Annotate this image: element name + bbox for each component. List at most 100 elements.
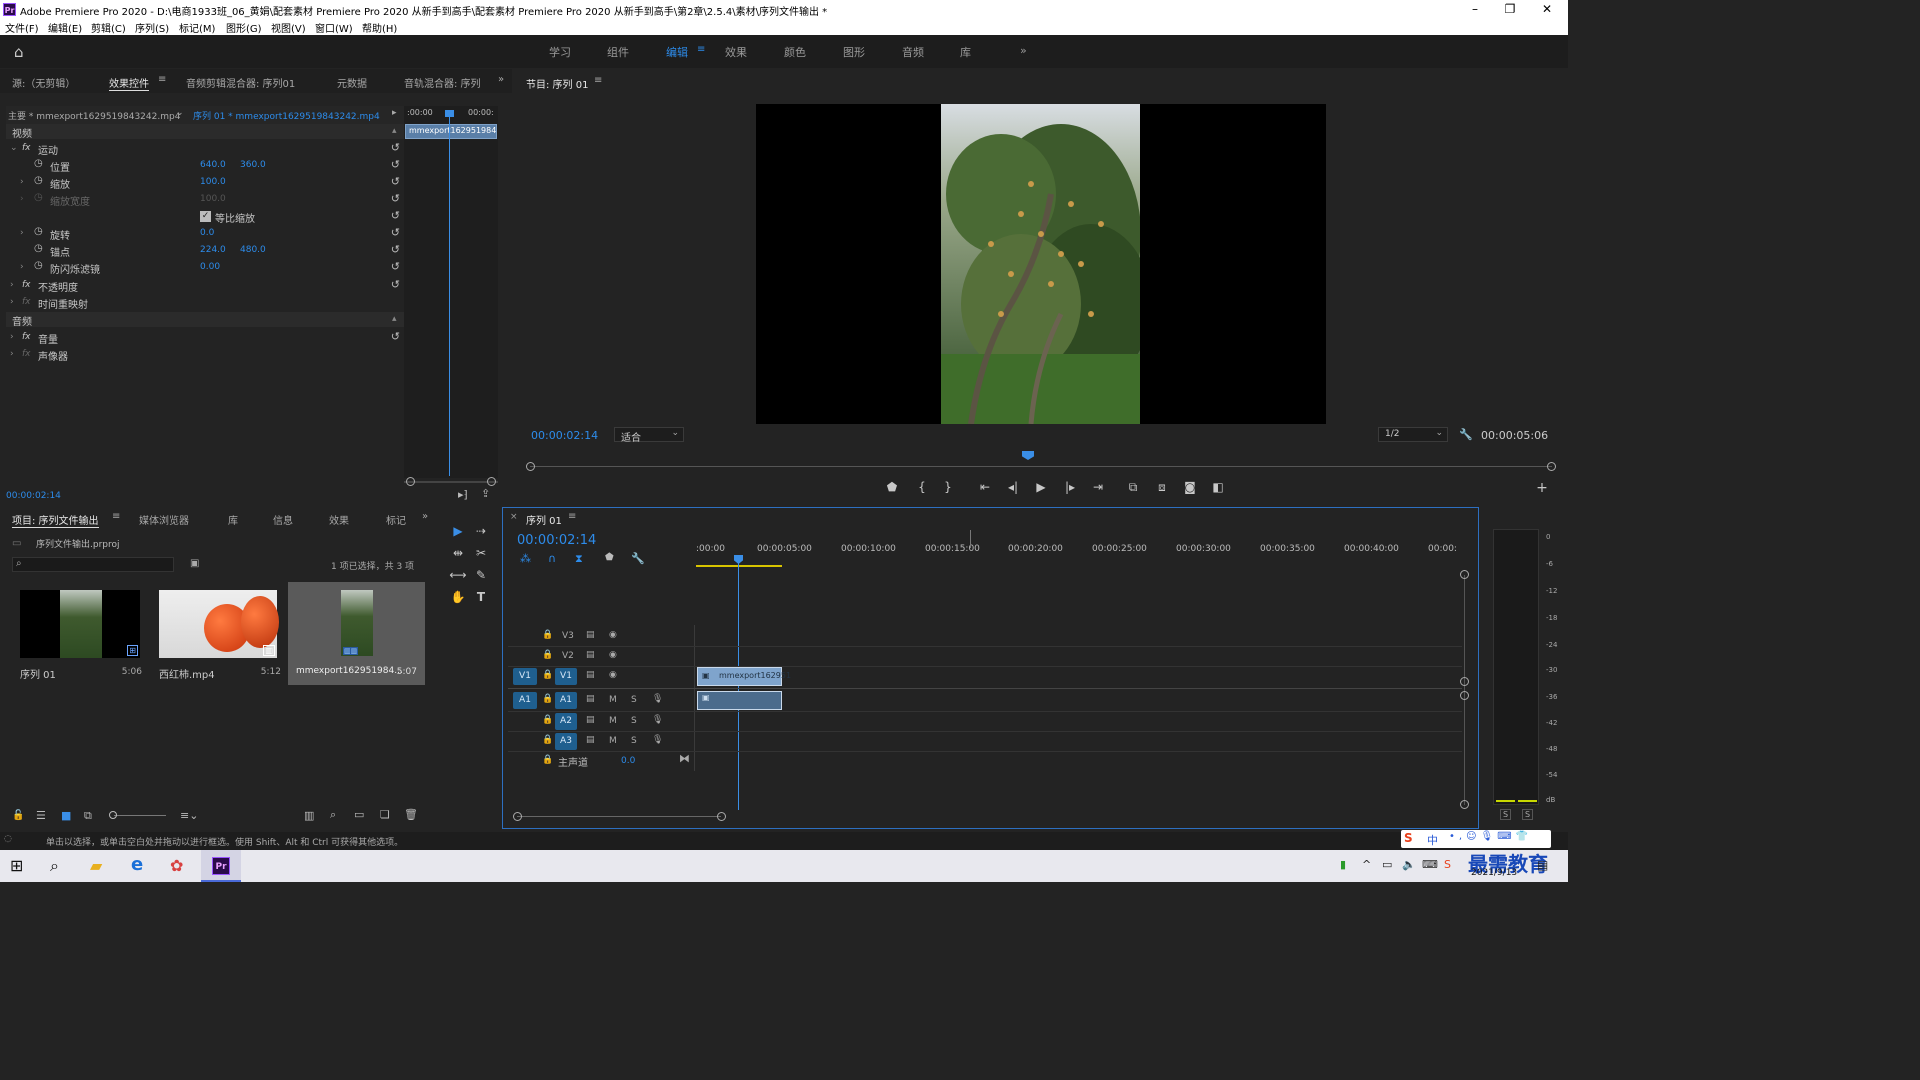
snap-icon[interactable]: ∩ xyxy=(548,552,556,565)
lock-icon[interactable]: 🔒 xyxy=(542,694,553,704)
camera-icon[interactable]: ◙ xyxy=(1182,480,1198,494)
tab-source[interactable]: 源:（无剪辑） xyxy=(12,75,75,90)
type-tool-icon[interactable]: T xyxy=(472,588,490,606)
slip-tool-icon[interactable]: ⟷ xyxy=(449,566,467,584)
tab-audio-clip-mixer[interactable]: 音频剪辑混合器: 序列01 xyxy=(186,75,295,90)
razor-tool-icon[interactable]: ✂ xyxy=(472,544,490,562)
track-v3[interactable]: 🔒 V3 ▤ ◉ xyxy=(508,627,694,646)
tab-overflow-icon[interactable]: » xyxy=(498,74,504,85)
step-forward-icon[interactable]: |▸ xyxy=(1062,480,1078,494)
workspace-menu-icon[interactable]: ≡ xyxy=(697,44,705,55)
timeline-playhead[interactable] xyxy=(738,562,739,810)
menu-sequence[interactable]: 序列(S) xyxy=(135,20,169,35)
ime-tools-icon[interactable]: •,☺🎙⌨👕 xyxy=(1449,831,1532,842)
export-frame-icon[interactable]: ⇪ xyxy=(481,487,490,500)
tab-project[interactable]: 项目: 序列文件输出 xyxy=(12,512,99,528)
tray-app-icon[interactable]: ▮ xyxy=(1340,858,1346,871)
program-scrub-bar[interactable] xyxy=(530,466,1552,467)
track-a2[interactable]: 🔒 A2 ▤ M S 🎙 xyxy=(508,712,694,731)
linked-selection-icon[interactable]: ⧗ xyxy=(575,552,583,566)
reset-icon[interactable]: ↺ xyxy=(391,260,400,273)
reset-icon[interactable]: ↺ xyxy=(391,278,400,291)
home-icon[interactable]: ⌂ xyxy=(14,43,24,61)
hscroll-handle[interactable] xyxy=(513,812,522,821)
reset-icon[interactable]: ↺ xyxy=(391,158,400,171)
position-y-value[interactable]: 360.0 xyxy=(240,160,266,170)
mini-playhead[interactable] xyxy=(449,114,450,476)
fit-dropdown[interactable]: 适合 ⌄ xyxy=(614,427,684,444)
notification-icon[interactable]: ▤ xyxy=(1537,858,1548,872)
menu-window[interactable]: 窗口(W) xyxy=(315,20,353,35)
new-bin-from-search-icon[interactable]: ▣ xyxy=(190,558,199,569)
app-icon[interactable]: ✿ xyxy=(170,856,183,875)
timeline-timecode[interactable]: 00:00:02:14 xyxy=(517,533,596,548)
menu-graphics[interactable]: 图形(G) xyxy=(226,20,262,35)
tab-menu-icon[interactable]: ≡ xyxy=(158,74,166,85)
step-back-icon[interactable]: ◂| xyxy=(1005,480,1021,494)
tab-overflow-icon[interactable]: » xyxy=(422,511,428,522)
find-icon[interactable]: ⌕ xyxy=(330,808,336,822)
stopwatch-icon[interactable]: ◷ xyxy=(34,243,43,254)
reset-icon[interactable]: ↺ xyxy=(391,209,400,222)
workspace-audio[interactable]: 音频 xyxy=(902,44,924,60)
mute-icon[interactable]: M xyxy=(609,695,617,705)
lock-icon[interactable]: 🔒 xyxy=(542,715,553,725)
solo-icon[interactable]: S xyxy=(631,736,637,746)
tab-markers[interactable]: 标记 xyxy=(386,512,406,527)
collapse-up-icon[interactable]: ▴ xyxy=(392,126,397,136)
zoom-slider[interactable] xyxy=(114,815,166,816)
horizontal-scrollbar[interactable] xyxy=(517,816,721,817)
effect-position-row[interactable]: ◷ 位置 640.0 360.0 ↺ xyxy=(6,157,404,174)
play-icon[interactable]: ▶ xyxy=(1033,480,1049,494)
effect-motion-row[interactable]: ⌄ fx 运动 ↺ xyxy=(6,140,404,157)
flicker-value[interactable]: 0.00 xyxy=(200,262,220,272)
vscroll-handle[interactable] xyxy=(1460,677,1469,686)
tab-info[interactable]: 信息 xyxy=(273,512,293,527)
edge-browser-icon[interactable]: e xyxy=(131,854,143,875)
timeline-menu-icon[interactable]: ≡ xyxy=(568,511,576,522)
expand-chevron-icon[interactable]: › xyxy=(10,349,14,359)
scrub-handle-left[interactable] xyxy=(526,462,535,471)
effect-timecode[interactable]: 00:00:02:14 xyxy=(6,491,61,501)
icon-view-icon[interactable]: ■ xyxy=(61,809,71,822)
sync-lock-icon[interactable]: ▤ xyxy=(586,715,595,725)
stopwatch-icon[interactable]: ◷ xyxy=(34,226,43,237)
fx-icon[interactable]: fx xyxy=(22,143,31,153)
close-tab-icon[interactable]: × xyxy=(510,512,518,522)
mic-icon[interactable]: 🎙 xyxy=(652,735,663,745)
reset-icon[interactable]: ↺ xyxy=(391,330,400,343)
stopwatch-icon[interactable]: ◷ xyxy=(34,175,43,186)
scale-value[interactable]: 100.0 xyxy=(200,177,226,187)
hand-tool-icon[interactable]: ✋ xyxy=(449,588,467,606)
go-to-out-icon[interactable]: ⇥ xyxy=(1090,480,1106,494)
lock-icon[interactable]: 🔒 xyxy=(542,650,553,660)
effect-scale-row[interactable]: › ◷ 缩放 100.0 ↺ xyxy=(6,174,404,191)
expand-chevron-icon[interactable]: › xyxy=(20,228,24,238)
close-button[interactable]: ✕ xyxy=(1532,1,1562,17)
position-x-value[interactable]: 640.0 xyxy=(200,160,226,170)
windows-start-icon[interactable]: ⊞ xyxy=(10,856,23,875)
zoom-handle-right[interactable] xyxy=(487,477,496,486)
track-label[interactable]: A1 xyxy=(555,692,577,709)
workspace-graphics[interactable]: 图形 xyxy=(843,44,865,60)
sync-lock-icon[interactable]: ▤ xyxy=(586,650,595,660)
add-marker-icon[interactable]: ⬟ xyxy=(884,480,900,494)
stopwatch-icon[interactable]: ◷ xyxy=(34,158,43,169)
mute-icon[interactable]: M xyxy=(609,736,617,746)
file-explorer-icon[interactable]: ▰ xyxy=(90,856,102,875)
maximize-button[interactable]: ❐ xyxy=(1495,1,1525,17)
mini-zoom-bar[interactable] xyxy=(404,481,498,483)
project-item-tomato[interactable]: ▥ 西红柿.mp4 5:12 xyxy=(153,585,285,683)
track-select-tool-icon[interactable]: ⇢ xyxy=(472,522,490,540)
eye-icon[interactable]: ◉ xyxy=(609,630,617,640)
tab-effects[interactable]: 效果 xyxy=(329,512,349,527)
workspace-assembly[interactable]: 组件 xyxy=(607,44,629,60)
eye-icon[interactable]: ◉ xyxy=(609,670,617,680)
lock-icon[interactable]: 🔒 xyxy=(542,670,553,680)
expand-chevron-icon[interactable]: › xyxy=(10,332,14,342)
scrub-handle-right[interactable] xyxy=(1547,462,1556,471)
reset-icon[interactable]: ↺ xyxy=(391,192,400,205)
pen-tool-icon[interactable]: ✎ xyxy=(472,566,490,584)
project-item-sequence[interactable]: ⊞ 序列 01 5:06 xyxy=(14,585,146,683)
minimize-button[interactable]: – xyxy=(1460,1,1490,17)
